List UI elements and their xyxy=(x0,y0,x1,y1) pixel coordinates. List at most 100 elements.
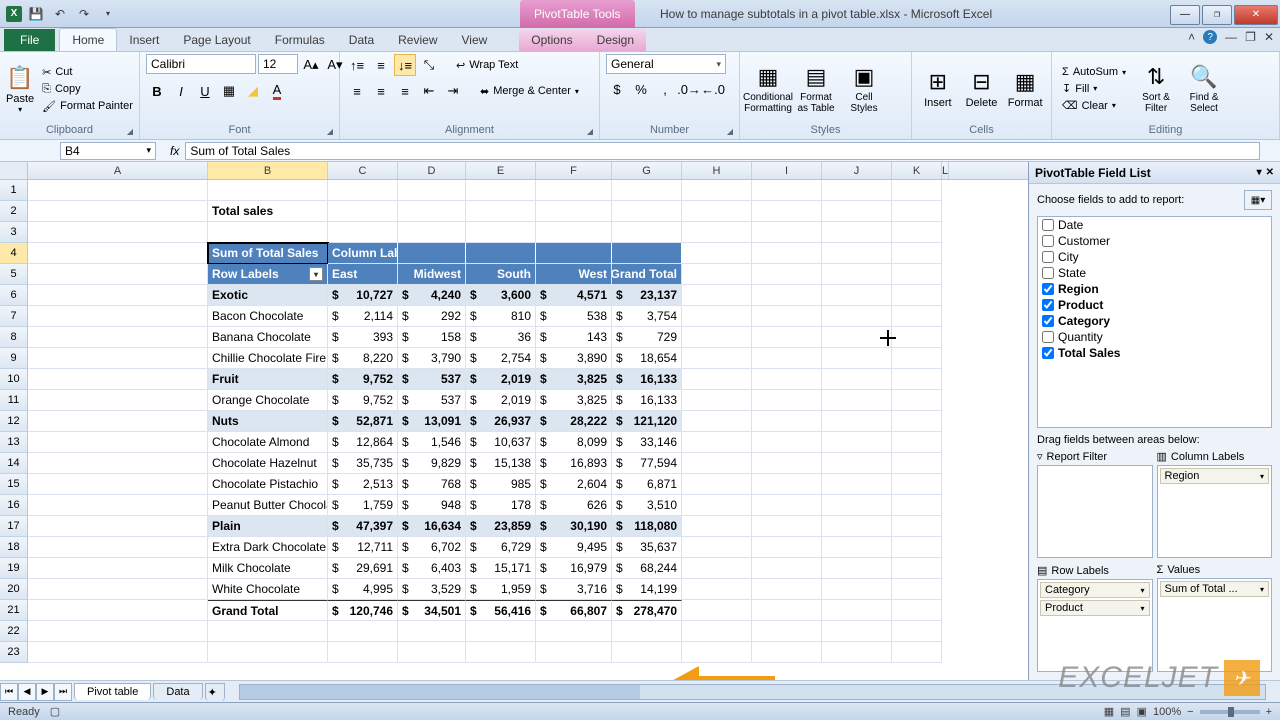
cell[interactable]: $4,240 xyxy=(398,285,466,306)
cell[interactable]: $1,759 xyxy=(328,495,398,516)
cell[interactable] xyxy=(822,600,892,621)
cell[interactable] xyxy=(752,474,822,495)
cell[interactable]: $15,171 xyxy=(466,558,536,579)
col-head-I[interactable]: I xyxy=(752,162,822,179)
cell[interactable] xyxy=(892,348,942,369)
cell[interactable] xyxy=(328,201,398,222)
cell[interactable] xyxy=(536,243,612,264)
cell[interactable] xyxy=(752,537,822,558)
font-color-button[interactable]: A xyxy=(266,80,288,102)
cell[interactable] xyxy=(612,243,682,264)
cell[interactable]: $12,864 xyxy=(328,432,398,453)
view-layout-icon[interactable]: ▤ xyxy=(1120,705,1130,718)
cell[interactable] xyxy=(398,642,466,663)
cell[interactable] xyxy=(822,537,892,558)
cell[interactable] xyxy=(822,516,892,537)
close-button[interactable] xyxy=(1234,5,1278,25)
align-right-icon[interactable]: ≡ xyxy=(394,80,416,102)
field-date[interactable]: Date xyxy=(1038,217,1271,233)
find-select-button[interactable]: 🔍Find & Select xyxy=(1182,56,1226,122)
cell[interactable]: Grand Total xyxy=(612,264,682,285)
cell[interactable] xyxy=(466,201,536,222)
cell[interactable]: $56,416 xyxy=(466,600,536,621)
cell[interactable] xyxy=(822,327,892,348)
cell[interactable]: $2,754 xyxy=(466,348,536,369)
cell[interactable] xyxy=(466,180,536,201)
comma-icon[interactable]: , xyxy=(654,78,676,100)
cell[interactable] xyxy=(682,369,752,390)
cell[interactable] xyxy=(682,621,752,642)
cell[interactable]: $3,529 xyxy=(398,579,466,600)
cell[interactable]: $1,546 xyxy=(398,432,466,453)
col-head-F[interactable]: F xyxy=(536,162,612,179)
area-column-labels[interactable]: Region xyxy=(1157,465,1273,558)
tab-data[interactable]: Data xyxy=(337,29,386,51)
cell[interactable] xyxy=(822,222,892,243)
cell[interactable]: Plain xyxy=(208,516,328,537)
cell[interactable] xyxy=(612,642,682,663)
cell[interactable]: $2,513 xyxy=(328,474,398,495)
cell[interactable] xyxy=(892,579,942,600)
tab-page-layout[interactable]: Page Layout xyxy=(171,29,262,51)
cell[interactable]: $729 xyxy=(612,327,682,348)
sheet-nav-next-icon[interactable]: ▶ xyxy=(36,683,54,701)
cell[interactable] xyxy=(328,222,398,243)
area-row-labels[interactable]: CategoryProduct xyxy=(1037,579,1153,672)
cell[interactable] xyxy=(752,348,822,369)
tab-formulas[interactable]: Formulas xyxy=(263,29,337,51)
clipboard-launcher-icon[interactable]: ◢ xyxy=(127,127,133,136)
zoom-in-icon[interactable]: + xyxy=(1266,706,1272,718)
pill-category[interactable]: Category xyxy=(1040,582,1150,598)
cell[interactable]: Peanut Butter Chocolate xyxy=(208,495,328,516)
cell[interactable] xyxy=(822,243,892,264)
merge-center-button[interactable]: ⬌Merge & Center▾ xyxy=(476,80,583,102)
field-list-fields[interactable]: Date Customer City State Region Product … xyxy=(1037,216,1272,428)
cell[interactable] xyxy=(28,285,208,306)
fill-button[interactable]: ↧Fill▾ xyxy=(1058,81,1130,96)
cell[interactable]: $9,752 xyxy=(328,369,398,390)
cell[interactable]: South xyxy=(466,264,536,285)
number-format-combo[interactable]: General xyxy=(606,54,726,74)
cell[interactable]: Total sales xyxy=(208,201,328,222)
cell[interactable] xyxy=(28,180,208,201)
cell[interactable] xyxy=(28,348,208,369)
cell[interactable] xyxy=(822,180,892,201)
cell[interactable]: Column Labels▾ xyxy=(328,243,398,264)
cell[interactable] xyxy=(892,180,942,201)
cell[interactable]: $13,091 xyxy=(398,411,466,432)
name-box[interactable]: B4 xyxy=(60,142,156,160)
zoom-level[interactable]: 100% xyxy=(1153,706,1181,718)
fx-icon[interactable]: fx xyxy=(170,144,179,158)
qat-save-icon[interactable]: 💾 xyxy=(26,4,46,24)
cell[interactable]: Midwest xyxy=(398,264,466,285)
cell[interactable] xyxy=(682,264,752,285)
row-head[interactable]: 15 xyxy=(0,474,28,495)
row-head[interactable]: 6 xyxy=(0,285,28,306)
cell[interactable]: $12,711 xyxy=(328,537,398,558)
area-values[interactable]: Sum of Total ... xyxy=(1157,578,1273,672)
cell[interactable] xyxy=(892,243,942,264)
dedent-icon[interactable]: ⇤ xyxy=(418,80,440,102)
cell[interactable] xyxy=(328,180,398,201)
cell[interactable]: $8,099 xyxy=(536,432,612,453)
row-head[interactable]: 19 xyxy=(0,558,28,579)
borders-button[interactable]: ▦ xyxy=(218,80,240,102)
row-head[interactable]: 12 xyxy=(0,411,28,432)
row-head[interactable]: 14 xyxy=(0,453,28,474)
cell[interactable] xyxy=(892,201,942,222)
row-labels-filter-icon[interactable]: ▾ xyxy=(309,267,323,281)
cell[interactable] xyxy=(752,327,822,348)
cell[interactable]: $118,080 xyxy=(612,516,682,537)
row-head[interactable]: 3 xyxy=(0,222,28,243)
cell[interactable]: $4,571 xyxy=(536,285,612,306)
underline-button[interactable]: U xyxy=(194,80,216,102)
cell[interactable] xyxy=(398,180,466,201)
cell[interactable] xyxy=(28,516,208,537)
cell[interactable] xyxy=(28,537,208,558)
cell[interactable]: $178 xyxy=(466,495,536,516)
cell[interactable]: Extra Dark Chocolate xyxy=(208,537,328,558)
cell[interactable] xyxy=(612,222,682,243)
cell[interactable]: $3,600 xyxy=(466,285,536,306)
tab-home[interactable]: Home xyxy=(59,28,117,51)
cell[interactable]: $3,716 xyxy=(536,579,612,600)
